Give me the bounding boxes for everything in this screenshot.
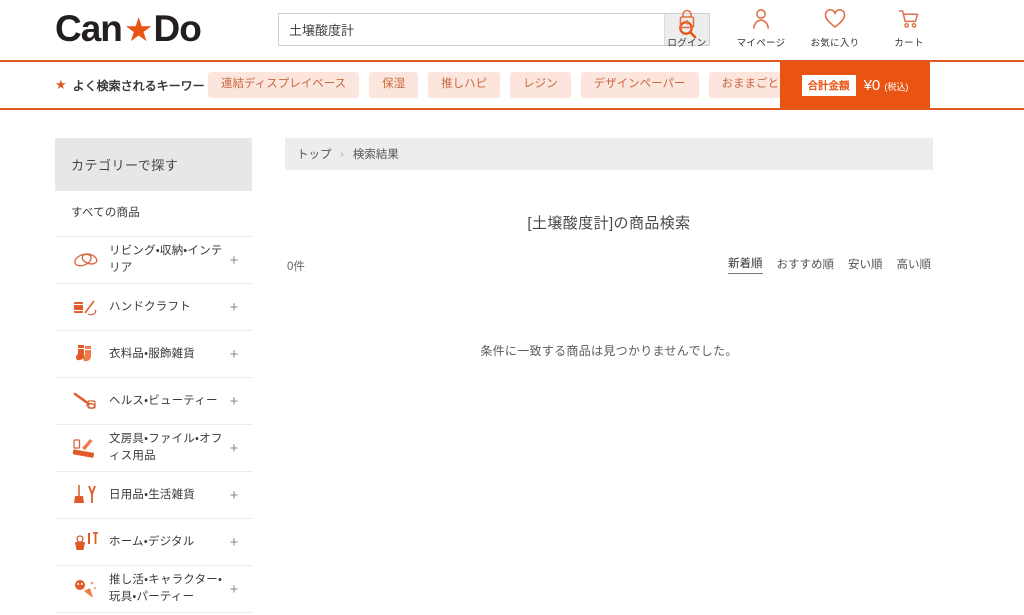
logo-text-post: Do [153,8,202,49]
sidebar-item-stationery[interactable]: 文房具・ファイル・オフィス用品 + [55,425,252,472]
header-cart-link[interactable]: カート [882,6,936,49]
keyword-tag[interactable]: 連結ディスプレイベース [208,72,360,98]
party-icon [69,574,103,604]
site-header: Can ★ Do 土壌酸度計 ログイン マイページ お気に入り カート [0,0,1024,60]
cart-icon [898,6,920,30]
expand-icon[interactable]: + [226,346,242,363]
cart-total-tax-note: (税込) [884,81,909,92]
header-favorites-link[interactable]: お気に入り [808,6,862,49]
keyword-tag[interactable]: 保湿 [369,72,419,98]
stationery-icon [69,433,103,463]
craft-thread-icon [69,292,103,322]
chevron-right-icon: › [340,148,344,160]
sidebar-item-label: 衣料品・服飾雑貨 [109,347,196,360]
sidebar-item-label: すべての商品 [71,207,140,220]
header-favorites-label: お気に入り [810,38,860,49]
breadcrumb: トップ › 検索結果 [285,138,933,170]
star-icon: ★ [123,11,154,48]
sidebar-item-health-beauty[interactable]: ヘルス・ビューティー + [55,378,252,425]
result-count: 0件 [287,261,305,273]
person-icon [751,6,771,30]
site-logo[interactable]: Can ★ Do [55,8,202,49]
main-content: トップ › 検索結果 [土壌酸度計]の商品検索 0件 新着順 おすすめ順 安い順… [285,138,933,359]
socks-icon [69,339,103,369]
popular-keyword-label: ★ よく検索されるキーワード [55,77,217,94]
heart-icon [824,6,846,30]
sort-newest[interactable]: 新着順 [728,255,763,274]
sidebar-item-oshikatsu[interactable]: 推し活・キャラクター・玩具・パーティー + [55,566,252,613]
header-mypage-label: マイページ [736,38,786,49]
sidebar-item-apparel[interactable]: 衣料品・服飾雑貨 + [55,331,252,378]
header-login-link[interactable]: ログイン [660,6,714,49]
header-icon-group: ログイン マイページ お気に入り カート [660,6,936,49]
sidebar-item-label: 推し活・キャラクター・玩具・パーティー [109,574,223,603]
beauty-brush-icon [69,386,103,416]
cart-total-box[interactable]: 合計金額 ¥0 (税込) [780,62,930,108]
sidebar-item-label: ホーム・デジタル [109,535,195,548]
cart-total-amount: ¥0 (税込) [864,77,909,94]
sidebar-item-label: 日用品・生活雑貨 [109,488,196,501]
category-sidebar: カテゴリーで探す すべての商品 リビング・収納・インテリア + ハンドクラフト … [55,138,252,613]
expand-icon[interactable]: + [226,299,242,316]
search-bar [278,13,710,46]
breadcrumb-current: 検索結果 [352,149,399,161]
sidebar-item-label: ヘルス・ビューティー [109,394,218,407]
logo-text-pre: Can [55,8,123,49]
keyword-tag[interactable]: 推しハピ [428,72,501,98]
tools-icon [69,527,103,557]
expand-icon[interactable]: + [226,534,242,551]
search-input[interactable] [279,14,664,45]
header-login-label: ログイン [667,38,707,49]
expand-icon[interactable]: + [226,440,242,457]
expand-icon[interactable]: + [226,252,242,269]
header-cart-label: カート [894,38,924,49]
keyword-tag-list: 連結ディスプレイベース 保湿 推しハピ レジン デザインペーパー おままごと [208,72,793,98]
sidebar-heading: カテゴリーで探す [55,138,252,191]
sidebar-item-all-products[interactable]: すべての商品 [55,191,252,237]
header-mypage-link[interactable]: マイページ [734,6,788,49]
cart-total-badge: 合計金額 [801,74,856,96]
sidebar-item-label: 文房具・ファイル・オフィス用品 [109,433,223,462]
sidebar-item-daily-goods[interactable]: 日用品・生活雑貨 + [55,472,252,519]
page-root: Can ★ Do 土壌酸度計 ログイン マイページ お気に入り カート ★ よく… [0,0,1024,615]
sort-price-low[interactable]: 安い順 [848,256,883,274]
breadcrumb-home-link[interactable]: トップ [297,146,332,162]
lock-icon [677,6,697,30]
popular-keyword-bar: ★ よく検索されるキーワード 連結ディスプレイベース 保湿 推しハピ レジン デ… [0,60,1024,110]
keyword-tag[interactable]: デザインペーパー [580,72,699,98]
page-body: カテゴリーで探す すべての商品 リビング・収納・インテリア + ハンドクラフト … [0,110,1024,613]
sidebar-item-living[interactable]: リビング・収納・インテリア + [55,237,252,284]
sidebar-item-label: ハンドクラフト [109,300,191,313]
popular-keyword-text: よく検索されるキーワード [72,78,217,93]
page-title: [土壌酸度計]の商品検索 [527,215,691,232]
expand-icon[interactable]: + [226,581,242,598]
star-icon-small: ★ [55,77,67,92]
sidebar-item-handcraft[interactable]: ハンドクラフト + [55,284,252,331]
keyword-tag[interactable]: レジン [510,72,571,98]
sort-recommended[interactable]: おすすめ順 [777,256,835,274]
cushion-icon [69,245,103,275]
results-toolbar: 0件 新着順 おすすめ順 安い順 高い順 [285,255,933,274]
sort-price-high[interactable]: 高い順 [897,256,932,274]
sort-options: 新着順 おすすめ順 安い順 高い順 [728,255,931,274]
broom-icon [69,480,103,510]
empty-results-message: 条件に一致する商品は見つかりませんでした。 [480,344,738,358]
cart-total-value: ¥0 [863,76,881,94]
sidebar-item-label: リビング・収納・インテリア [109,245,223,274]
sidebar-item-home-digital[interactable]: ホーム・デジタル + [55,519,252,566]
expand-icon[interactable]: + [226,487,242,504]
expand-icon[interactable]: + [226,393,242,410]
